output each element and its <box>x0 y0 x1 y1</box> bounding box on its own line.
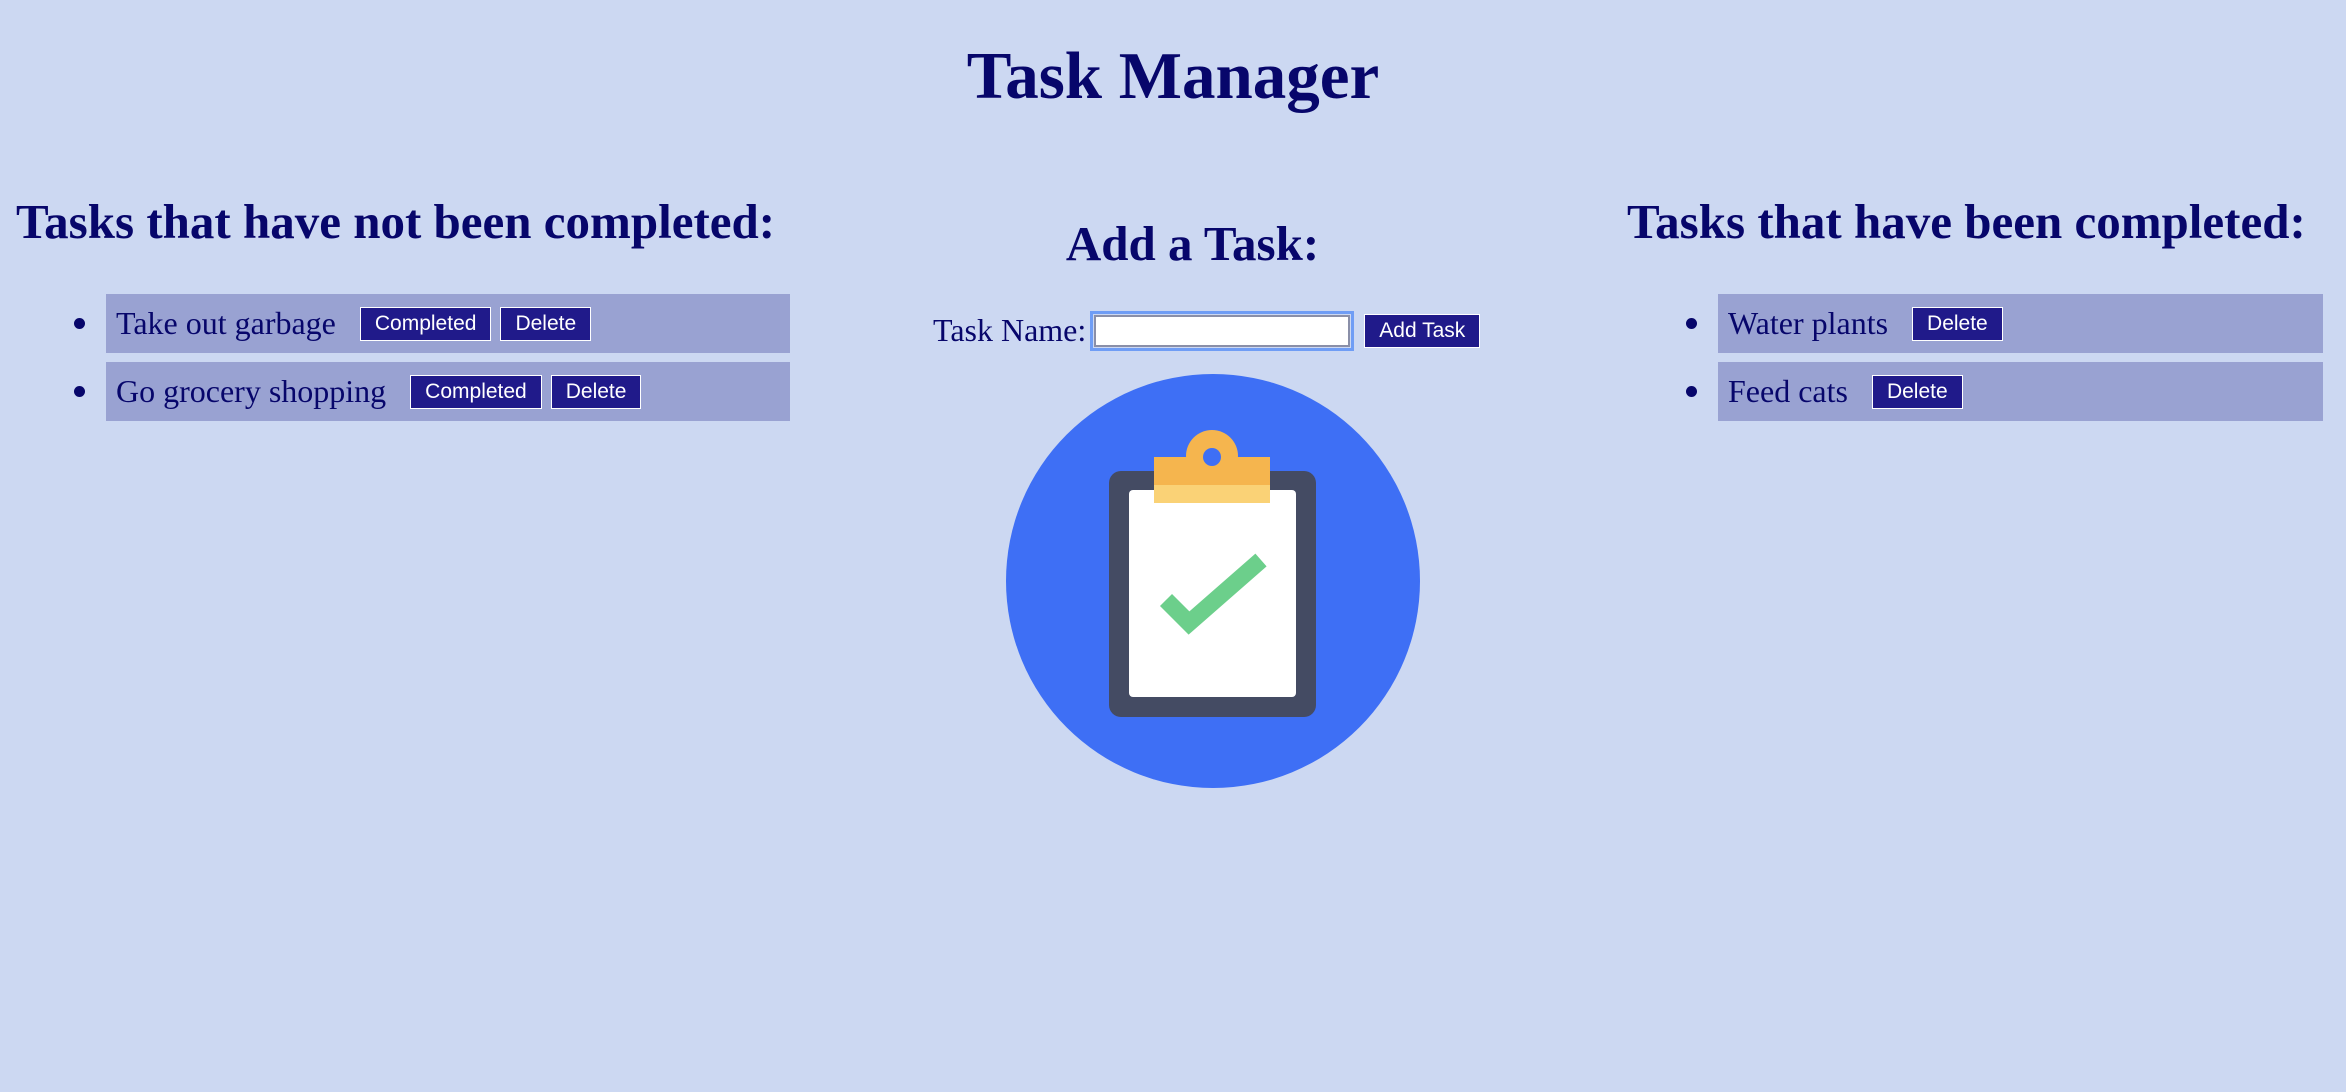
add-task-section: Add a Task: Task Name: Add Task <box>900 216 1485 788</box>
completed-tasks-heading: Tasks that have been completed: <box>1627 194 2306 249</box>
add-task-heading: Add a Task: <box>1065 216 1320 271</box>
page-title: Task Manager <box>966 39 1380 113</box>
clipboard-clip-lower <box>1154 485 1270 503</box>
task-name: Go grocery shopping <box>116 373 387 409</box>
clipboard-clip-hole <box>1203 448 1221 466</box>
bullet <box>1686 386 1697 397</box>
completed-task-item: Water plants Delete <box>1686 294 2323 353</box>
task-name-input[interactable] <box>1090 310 1355 351</box>
add-task-form: Task Name: Add Task <box>933 310 1481 351</box>
delete-button[interactable]: Delete <box>500 306 592 341</box>
incomplete-task-item: Take out garbage Completed Delete <box>74 294 790 353</box>
delete-button[interactable]: Delete <box>1912 306 2003 341</box>
completed-tasks-section: Tasks that have been completed: Water pl… <box>1627 194 2327 421</box>
task-name: Take out garbage <box>116 305 336 341</box>
task-name-label: Task Name: <box>933 312 1087 348</box>
clipboard-check-icon <box>1006 374 1420 788</box>
incomplete-tasks-section: Tasks that have not been completed: Take… <box>16 194 796 421</box>
completed-button[interactable]: Completed <box>359 306 492 341</box>
completed-task-item: Feed cats Delete <box>1686 362 2323 421</box>
incomplete-task-list: Take out garbage Completed Delete Go gro… <box>74 294 790 430</box>
task-name: Water plants <box>1728 305 1889 341</box>
add-task-button[interactable]: Add Task <box>1364 313 1481 348</box>
bullet <box>1686 318 1697 329</box>
delete-button[interactable]: Delete <box>1871 374 1963 409</box>
task-name: Feed cats <box>1728 373 1848 409</box>
completed-task-list: Water plants Delete Feed cats Delete <box>1686 294 2323 430</box>
incomplete-task-item: Go grocery shopping Completed Delete <box>74 362 790 421</box>
delete-button[interactable]: Delete <box>550 374 642 409</box>
incomplete-tasks-heading: Tasks that have not been completed: <box>16 194 776 249</box>
bullet <box>74 318 85 329</box>
completed-button[interactable]: Completed <box>410 374 542 409</box>
bullet <box>74 386 85 397</box>
